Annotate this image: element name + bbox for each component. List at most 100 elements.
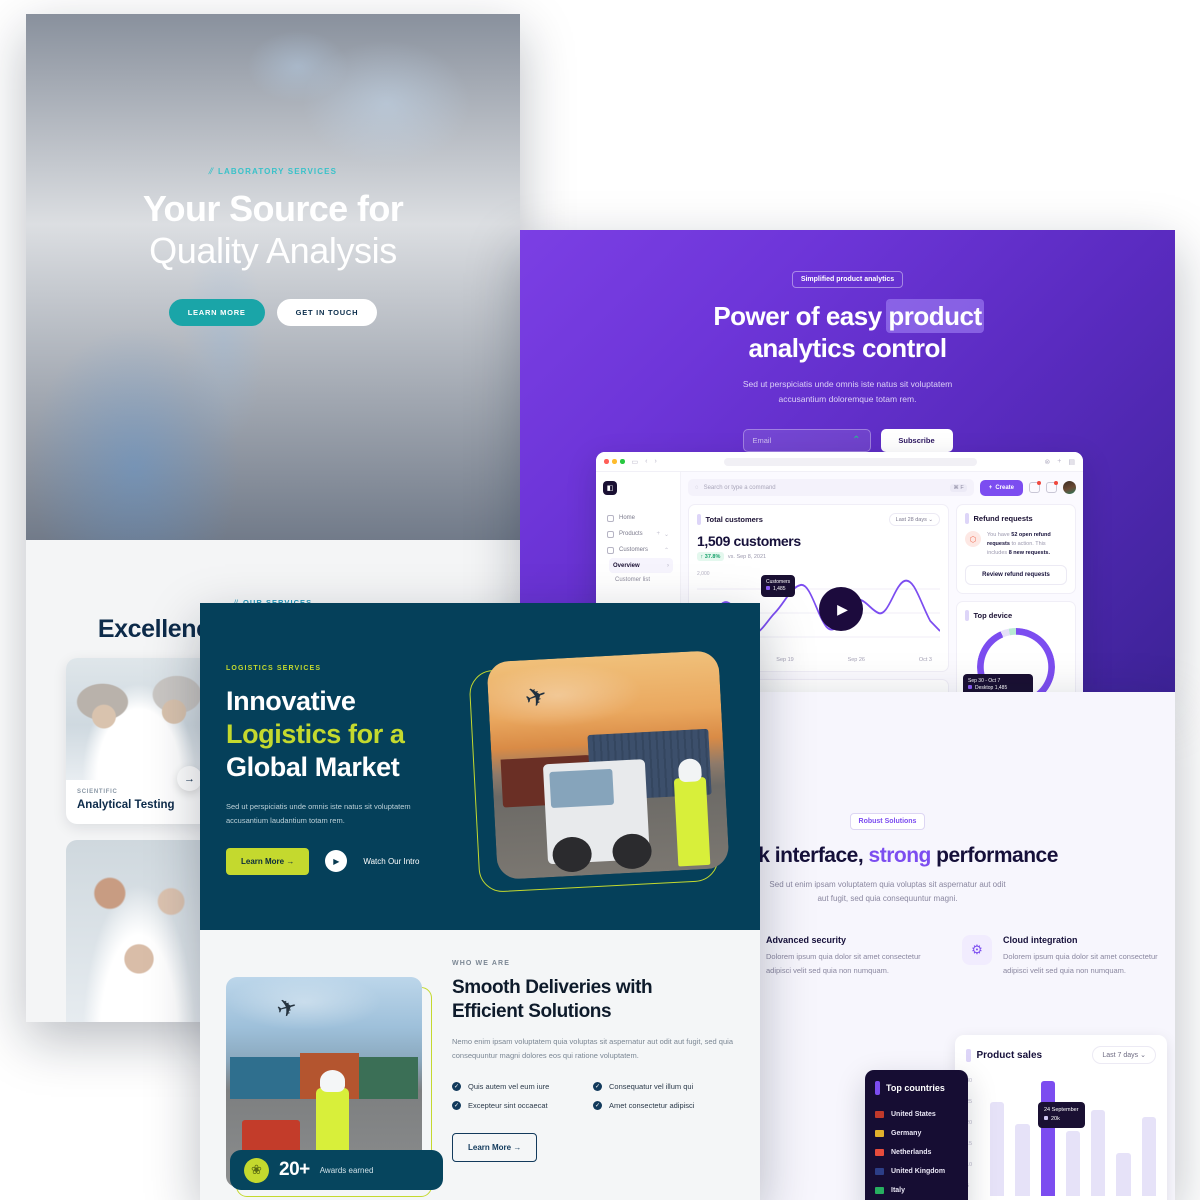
features-title-part2: performance — [930, 844, 1058, 867]
bar — [1015, 1124, 1030, 1196]
bell-icon[interactable] — [1046, 481, 1058, 493]
country-row: United States — [875, 1105, 958, 1124]
sidebar-item-label: Overview — [613, 562, 640, 569]
logistics-hero-photo: ✈ — [486, 650, 730, 880]
chart-tooltip-title: Customers — [766, 578, 791, 585]
features-badge: Robust Solutions — [849, 813, 926, 830]
product-sales-card: Product sales Last 7 days ⌄ 30 25 20 15 … — [955, 1035, 1167, 1200]
address-bar[interactable] — [723, 457, 978, 466]
email-input[interactable]: Email ⌃ — [742, 429, 871, 453]
checklist-item: ✓ Consequatur vel illum qui — [593, 1077, 734, 1096]
avatar[interactable] — [1063, 481, 1076, 494]
delta-comparison: vs. Sep 8, 2021 — [727, 553, 767, 560]
app-logo-icon: ◧ — [603, 481, 617, 495]
play-icon[interactable]: ▶ — [325, 850, 348, 873]
saas-title-part2: analytics control — [748, 332, 947, 363]
country-row: Germany — [875, 1124, 958, 1143]
sidebar-item-label: Products — [619, 531, 643, 537]
country-row: United Kingdom — [875, 1162, 958, 1181]
chart-x-tick: Sep 26 — [847, 657, 865, 663]
sidebar-item-overview[interactable]: Overview › — [609, 558, 673, 573]
saas-subtitle-line2: accusantium doloremque totam rem. — [778, 394, 917, 405]
play-icon: ▶ — [837, 600, 848, 617]
maximize-icon[interactable] — [620, 459, 625, 464]
email-input-placeholder: Email — [752, 436, 772, 446]
checklist-label: Excepteur sint occaecat — [468, 1100, 548, 1110]
arrow-right-icon[interactable]: → — [177, 766, 202, 791]
close-icon[interactable] — [604, 459, 609, 464]
sidebar-item-customer-list[interactable]: Customer list — [603, 573, 673, 587]
flag-icon — [875, 1149, 884, 1156]
logistics-subtitle: Sed ut perspiciatis unde omnis iste natu… — [226, 800, 476, 828]
checklist-label: Amet consectetur adipisci — [609, 1100, 695, 1110]
search-input[interactable]: ◌ Search or type a command ⌘ F — [688, 479, 974, 496]
card-title: Top countries — [886, 1083, 945, 1093]
copy-icon[interactable]: ▤ — [1068, 458, 1075, 466]
tooltip-date: 24 September — [1044, 1107, 1079, 1113]
date-range-value: Last 7 days — [1102, 1052, 1139, 1059]
create-button[interactable]: + Create — [979, 479, 1023, 496]
sidebar-item-label: Home — [619, 515, 636, 521]
new-tab-icon[interactable]: + — [1057, 458, 1061, 465]
add-icon[interactable]: + — [656, 531, 660, 537]
sidebar-item-home[interactable]: Home — [603, 510, 673, 526]
who-we-are-title: Smooth Deliveries with Efficient Solutio… — [452, 976, 734, 1024]
bar-highlighted[interactable] — [1040, 1080, 1055, 1196]
window-controls[interactable] — [604, 459, 625, 464]
flag-icon — [875, 1168, 884, 1175]
refund-text-bold-2: 8 new requests. — [1008, 549, 1050, 556]
search-shortcut: ⌘ F — [950, 483, 967, 492]
lab-hero-section: // LABORATORY SERVICES Your Source for Q… — [26, 14, 520, 540]
card-accent-bar — [965, 513, 969, 524]
chevron-right-icon[interactable]: › — [667, 563, 669, 569]
forward-icon[interactable]: › — [654, 458, 656, 465]
learn-more-button[interactable]: Learn More → — [452, 1132, 538, 1162]
checklist-label: Consequatur vel illum qui — [609, 1081, 694, 1091]
who-title-line2: Efficient Solutions — [452, 1000, 612, 1022]
share-icon[interactable]: ⊗ — [1044, 458, 1050, 466]
card-accent-bar — [966, 1048, 971, 1062]
cursor-icon: ⌃ — [852, 435, 861, 447]
legend-swatch — [1044, 1115, 1048, 1120]
who-we-are-eyebrow: WHO WE ARE — [452, 960, 510, 967]
sidebar-toggle-icon[interactable]: ▭ — [632, 458, 639, 466]
card-title: Product sales — [976, 1049, 1043, 1061]
card-accent-bar — [965, 610, 969, 622]
date-range-select[interactable]: Last 28 days ⌄ — [888, 513, 940, 526]
country-row: Netherlands — [875, 1143, 958, 1162]
logistics-subtitle-line1: Sed ut perspiciatis unde omnis iste natu… — [226, 801, 411, 811]
watch-intro-label[interactable]: Watch Our Intro — [363, 857, 419, 866]
minimize-icon[interactable] — [612, 459, 617, 464]
delta-chip: ↑ 37.8% — [697, 552, 724, 561]
feature-text: Dolorem ipsum quia dolor sit amet consec… — [766, 951, 921, 975]
service-card[interactable]: → SCIENTIFIC Analytical Testing — [66, 658, 212, 824]
sidebar-item-products[interactable]: Products + ⌄ — [603, 526, 673, 542]
legend-swatch — [766, 586, 770, 590]
search-icon: ◌ — [695, 484, 699, 491]
learn-more-button[interactable]: Learn More → — [226, 847, 310, 875]
slash-icon: // — [207, 166, 214, 176]
saas-title-highlight: product — [888, 301, 982, 331]
chevron-down-icon[interactable]: ⌄ — [664, 531, 669, 538]
play-button[interactable]: ▶ — [819, 587, 863, 631]
search-placeholder: Search or type a command — [703, 484, 776, 491]
learn-more-button[interactable]: LEARN MORE — [168, 299, 265, 327]
country-name: Germany — [891, 1130, 922, 1137]
subscribe-button[interactable]: Subscribe — [880, 429, 953, 453]
logistics-title-line2: Logistics for a — [226, 718, 405, 749]
card-title: Total customers — [705, 515, 763, 524]
get-in-touch-button[interactable]: GET IN TOUCH — [276, 299, 378, 327]
users-icon — [607, 546, 614, 554]
chevron-up-icon[interactable]: ⌃ — [664, 547, 669, 554]
review-refund-requests-button[interactable]: Review refund requests — [965, 565, 1067, 586]
lab-hero-buttons: LEARN MORE GET IN TOUCH — [26, 299, 520, 327]
service-card-title: Analytical Testing — [77, 799, 175, 811]
country-name: United States — [891, 1111, 936, 1118]
awards-label: Awards earned — [319, 1165, 374, 1175]
back-icon[interactable]: ‹ — [645, 458, 647, 465]
date-range-select[interactable]: Last 7 days ⌄ — [1092, 1046, 1156, 1064]
lab-team-photo — [66, 840, 212, 1022]
create-button-label: Create — [995, 484, 1014, 491]
sidebar-item-customers[interactable]: Customers ⌃ — [603, 542, 673, 558]
inbox-icon[interactable] — [1029, 481, 1041, 493]
